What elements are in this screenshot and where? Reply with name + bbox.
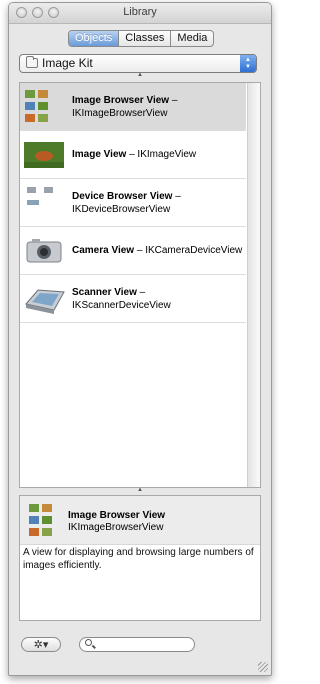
detail-description: A view for displaying and browsing large… [23, 547, 254, 571]
detail-pane: Image Browser View IKImageBrowserView A v… [19, 495, 261, 621]
library-window: Library Objects Classes Media Image Kit … [8, 2, 272, 676]
window-title: Library [123, 6, 157, 18]
split-handle-bottom[interactable]: ▲ [9, 487, 271, 493]
item-name: Image Browser View [72, 95, 170, 106]
object-list-scrollbar[interactable] [247, 83, 260, 487]
item-class: IKDeviceBrowserView [72, 204, 171, 215]
split-handle-top[interactable]: ▲ [9, 72, 271, 78]
camera-icon [26, 239, 62, 263]
title-bar[interactable]: Library [9, 3, 271, 24]
detail-class: IKImageBrowserView [68, 522, 164, 533]
item-class: IKImageView [137, 149, 197, 160]
list-item-device-browser-view[interactable]: Device Browser View – IKDeviceBrowserView [20, 179, 246, 227]
item-name: Camera View [72, 245, 135, 256]
image-browser-view-icon [25, 90, 48, 122]
device-browser-view-icon [27, 187, 53, 205]
search-field[interactable] [79, 637, 195, 652]
item-class: IKScannerDeviceView [72, 300, 171, 311]
item-name: Device Browser View [72, 191, 173, 202]
scanner-icon [25, 289, 65, 314]
detail-name: Image Browser View [68, 510, 166, 521]
gear-icon: ✲▾ [33, 639, 49, 651]
object-list: Image Browser View – IKImageBrowserView I… [19, 82, 261, 488]
tab-classes[interactable]: Classes [118, 31, 170, 46]
list-item-scanner-view[interactable]: Scanner View – IKScannerDeviceView [20, 275, 246, 323]
library-group-popup[interactable]: Image Kit ▲ ▼ [19, 54, 257, 73]
folder-icon [26, 56, 38, 68]
image-browser-view-icon [29, 504, 52, 536]
item-name: Scanner View [72, 287, 137, 298]
popup-arrows-icon: ▲ ▼ [240, 55, 256, 72]
resize-grip[interactable] [258, 662, 268, 672]
bottom-bar: ✲▾ [9, 629, 271, 675]
tab-objects[interactable]: Objects [69, 31, 119, 46]
list-item-image-browser-view[interactable]: Image Browser View – IKImageBrowserView [20, 83, 246, 131]
item-class: IKImageBrowserView [72, 108, 168, 119]
item-class: IKCameraDeviceView [145, 245, 243, 256]
list-item-image-view[interactable]: Image View – IKImageView [20, 131, 246, 179]
tab-media[interactable]: Media [170, 31, 213, 46]
image-view-icon [24, 142, 64, 168]
action-menu-button[interactable]: ✲▾ [21, 637, 61, 652]
search-icon [85, 639, 92, 646]
item-name: Image View [72, 149, 127, 160]
library-tabs: Objects Classes Media [68, 30, 215, 47]
list-item-camera-view[interactable]: Camera View – IKCameraDeviceView [20, 227, 246, 275]
detail-header: Image Browser View IKImageBrowserView [20, 496, 260, 545]
library-group-value: Image Kit [42, 56, 93, 70]
